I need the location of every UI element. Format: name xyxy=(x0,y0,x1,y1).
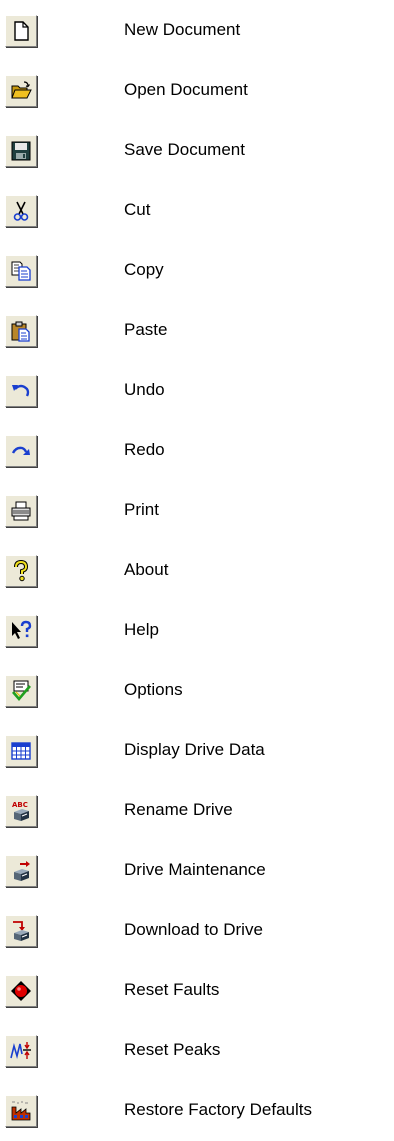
legend-row-drive-maintenance: Drive Maintenance xyxy=(0,851,394,891)
floppy-disk-icon xyxy=(11,141,31,161)
drive-maintenance-label: Drive Maintenance xyxy=(124,860,266,879)
rename-drive-button[interactable]: ABC xyxy=(5,795,37,827)
download-to-drive-button[interactable] xyxy=(5,915,37,947)
reset-peaks-icon xyxy=(10,1042,31,1060)
legend-row-save-document: Save Document xyxy=(0,131,394,171)
print-button[interactable] xyxy=(5,495,37,527)
about-button[interactable] xyxy=(5,555,37,587)
red-light-icon xyxy=(11,981,31,1001)
new-document-label: New Document xyxy=(124,20,241,39)
cut-label: Cut xyxy=(124,200,151,219)
legend-row-print: Print xyxy=(0,491,394,531)
paste-button[interactable] xyxy=(5,315,37,347)
data-grid-icon xyxy=(11,742,31,760)
options-label: Options xyxy=(124,680,183,699)
restore-factory-defaults-label: Restore Factory Defaults xyxy=(124,1100,313,1119)
legend-row-paste: Paste xyxy=(0,311,394,351)
download-to-drive-label: Download to Drive xyxy=(124,920,263,939)
copy-button[interactable] xyxy=(5,255,37,287)
redo-label: Redo xyxy=(124,440,165,459)
download-drive-icon xyxy=(13,921,29,941)
undo-button[interactable] xyxy=(5,375,37,407)
new-document-button[interactable] xyxy=(5,15,37,47)
legend-row-redo: Redo xyxy=(0,431,394,471)
print-label: Print xyxy=(124,500,159,519)
help-label: Help xyxy=(124,620,159,639)
redo-arrow-icon xyxy=(11,446,30,455)
help-button[interactable] xyxy=(5,615,37,647)
toolbar-button-legend: New Document Open Document Save Document xyxy=(0,0,394,1141)
scissors-icon xyxy=(13,201,29,221)
legend-row-restore-factory-defaults: Restore Factory Defaults xyxy=(0,1091,394,1131)
legend-row-display-drive-data: Display Drive Data xyxy=(0,731,394,771)
pointer-question-icon xyxy=(12,620,32,639)
legend-row-download-to-drive: Download to Drive xyxy=(0,911,394,951)
open-document-button[interactable] xyxy=(5,75,37,107)
reset-faults-label: Reset Faults xyxy=(124,980,220,999)
reset-faults-button[interactable] xyxy=(5,975,37,1007)
abc-drive-icon: ABC xyxy=(12,801,29,821)
open-folder-icon xyxy=(11,81,32,99)
display-drive-data-label: Display Drive Data xyxy=(124,740,265,759)
copy-pages-icon xyxy=(11,261,31,281)
cut-button[interactable] xyxy=(5,195,37,227)
save-document-label: Save Document xyxy=(124,140,245,159)
restore-factory-defaults-button[interactable] xyxy=(5,1095,37,1127)
reset-peaks-button[interactable] xyxy=(5,1035,37,1067)
drive-maintenance-button[interactable] xyxy=(5,855,37,887)
legend-row-new-document: New Document xyxy=(0,11,394,51)
legend-row-copy: Copy xyxy=(0,251,394,291)
undo-arrow-icon xyxy=(12,384,30,397)
legend-row-open-document: Open Document xyxy=(0,71,394,111)
paste-label: Paste xyxy=(124,320,168,339)
legend-row-options: Options xyxy=(0,671,394,711)
drive-maintenance-icon xyxy=(14,861,30,881)
options-button[interactable] xyxy=(5,675,37,707)
legend-row-undo: Undo xyxy=(0,371,394,411)
options-checkmark-icon xyxy=(12,680,31,702)
save-document-button[interactable] xyxy=(5,135,37,167)
legend-row-about: About xyxy=(0,551,394,591)
display-drive-data-button[interactable] xyxy=(5,735,37,767)
about-label: About xyxy=(124,560,169,579)
new-document-icon xyxy=(14,21,29,41)
legend-row-reset-faults: Reset Faults xyxy=(0,971,394,1011)
legend-row-cut: Cut xyxy=(0,191,394,231)
undo-label: Undo xyxy=(124,380,165,399)
copy-label: Copy xyxy=(124,260,164,279)
legend-row-help: Help xyxy=(0,611,394,651)
open-document-label: Open Document xyxy=(124,80,248,99)
factory-icon xyxy=(11,1101,31,1121)
legend-row-rename-drive: ABC Rename Drive xyxy=(0,791,394,831)
redo-button[interactable] xyxy=(5,435,37,467)
rename-drive-label: Rename Drive xyxy=(124,800,233,819)
question-mark-icon xyxy=(14,560,29,582)
svg-text:ABC: ABC xyxy=(12,801,28,809)
printer-icon xyxy=(11,501,31,521)
legend-row-reset-peaks: Reset Peaks xyxy=(0,1031,394,1071)
clipboard-paste-icon xyxy=(11,321,30,342)
reset-peaks-label: Reset Peaks xyxy=(124,1040,221,1059)
